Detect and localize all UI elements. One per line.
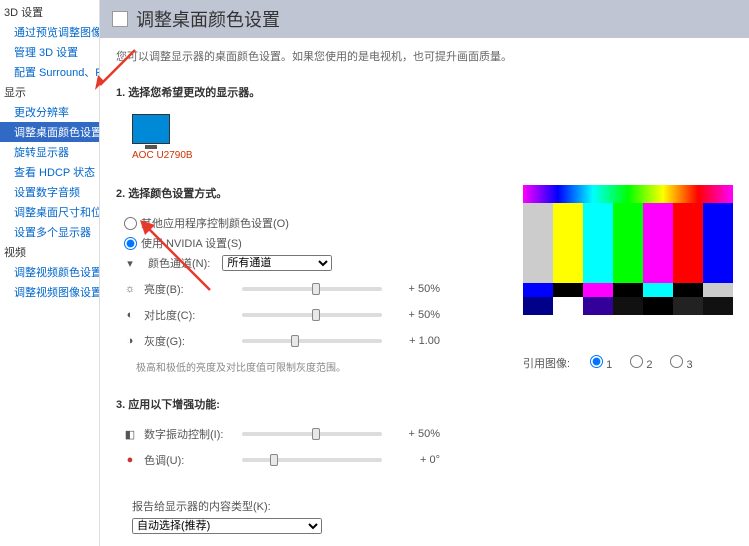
header-icon bbox=[112, 11, 128, 27]
tree-group-display[interactable]: 显示 bbox=[0, 82, 99, 102]
slider-label: 灰度(G): bbox=[144, 333, 234, 349]
slider-value: + 50% bbox=[390, 309, 440, 321]
tree-item[interactable]: 管理 3D 设置 bbox=[0, 42, 99, 62]
tree-item[interactable]: 调整桌面尺寸和位置 bbox=[0, 202, 99, 222]
tree-item[interactable]: 更改分辨率 bbox=[0, 102, 99, 122]
content-type-select[interactable]: 自动选择(推荐) bbox=[132, 518, 322, 534]
hue-slider[interactable] bbox=[242, 458, 382, 462]
page-title: 调整桌面颜色设置 bbox=[136, 6, 280, 32]
slider-label: 亮度(B): bbox=[144, 281, 234, 297]
tree-item[interactable]: 配置 Surround、Ph bbox=[0, 62, 99, 82]
slider-value: + 1.00 bbox=[390, 335, 440, 347]
monitor-icon[interactable] bbox=[132, 114, 170, 144]
swatch-icon: ▾ bbox=[124, 257, 136, 269]
tree-item[interactable]: 旋转显示器 bbox=[0, 142, 99, 162]
channel-select[interactable]: 所有通道 bbox=[222, 255, 332, 271]
vibrance-icon: ◧ bbox=[124, 428, 136, 440]
main-panel: 调整桌面颜色设置 您可以调整显示器的桌面颜色设置。如果您使用的是电视机，也可提升… bbox=[100, 0, 749, 546]
hue-icon: ● bbox=[124, 454, 136, 466]
brightness-slider[interactable] bbox=[242, 287, 382, 291]
monitor-label: AOC U2790B bbox=[132, 150, 733, 161]
brightness-icon: ☼ bbox=[124, 283, 136, 295]
sidebar: 3D 设置 通过预览调整图像设 管理 3D 设置 配置 Surround、Ph … bbox=[0, 0, 100, 546]
tree-item[interactable]: 设置数字音频 bbox=[0, 182, 99, 202]
tree-item[interactable]: 查看 HDCP 状态 bbox=[0, 162, 99, 182]
contrast-slider[interactable] bbox=[242, 313, 382, 317]
section1-title: 1. 选择您希望更改的显示器。 bbox=[116, 84, 733, 100]
preview-image bbox=[523, 185, 733, 315]
radio-label: 使用 NVIDIA 设置(S) bbox=[141, 235, 242, 251]
section2-title: 2. 选择颜色设置方式。 bbox=[116, 185, 493, 201]
tree-group-3d[interactable]: 3D 设置 bbox=[0, 2, 99, 22]
header: 调整桌面颜色设置 bbox=[100, 0, 749, 38]
gamma-icon: ◑ bbox=[124, 335, 136, 347]
tree-item-adjust-color[interactable]: 调整桌面颜色设置 bbox=[0, 122, 99, 142]
slider-label: 色调(U): bbox=[144, 452, 234, 468]
channel-label: 颜色通道(N): bbox=[148, 255, 210, 271]
gamma-slider[interactable] bbox=[242, 339, 382, 343]
radio-other-apps[interactable] bbox=[124, 217, 137, 230]
tree-item[interactable]: 设置多个显示器 bbox=[0, 222, 99, 242]
slider-value: + 0° bbox=[390, 454, 440, 466]
tree-item[interactable]: 通过预览调整图像设 bbox=[0, 22, 99, 42]
ref-label: 引用图像: bbox=[523, 355, 570, 371]
intro-text: 您可以调整显示器的桌面颜色设置。如果您使用的是电视机，也可提升画面质量。 bbox=[116, 48, 733, 64]
vibrance-slider[interactable] bbox=[242, 432, 382, 436]
tree-item[interactable]: 调整视频图像设置 bbox=[0, 282, 99, 302]
report-label: 报告给显示器的内容类型(K): bbox=[132, 498, 493, 514]
slider-label: 对比度(C): bbox=[144, 307, 234, 323]
slider-value: + 50% bbox=[390, 428, 440, 440]
tree-item[interactable]: 调整视频颜色设置 bbox=[0, 262, 99, 282]
radio-label: 其他应用程序控制颜色设置(O) bbox=[141, 215, 289, 231]
ref-opt-3[interactable]: 3 bbox=[670, 355, 692, 371]
ref-opt-1[interactable]: 1 bbox=[590, 355, 612, 371]
tree-group-video[interactable]: 视频 bbox=[0, 242, 99, 262]
radio-nvidia[interactable] bbox=[124, 237, 137, 250]
gamma-note: 极高和极低的亮度及对比度值可限制灰度范围。 bbox=[136, 359, 493, 374]
ref-opt-2[interactable]: 2 bbox=[630, 355, 652, 371]
contrast-icon: ◐ bbox=[124, 309, 136, 321]
section3-title: 3. 应用以下增强功能: bbox=[116, 396, 493, 412]
slider-label: 数字振动控制(I): bbox=[144, 426, 234, 442]
slider-value: + 50% bbox=[390, 283, 440, 295]
